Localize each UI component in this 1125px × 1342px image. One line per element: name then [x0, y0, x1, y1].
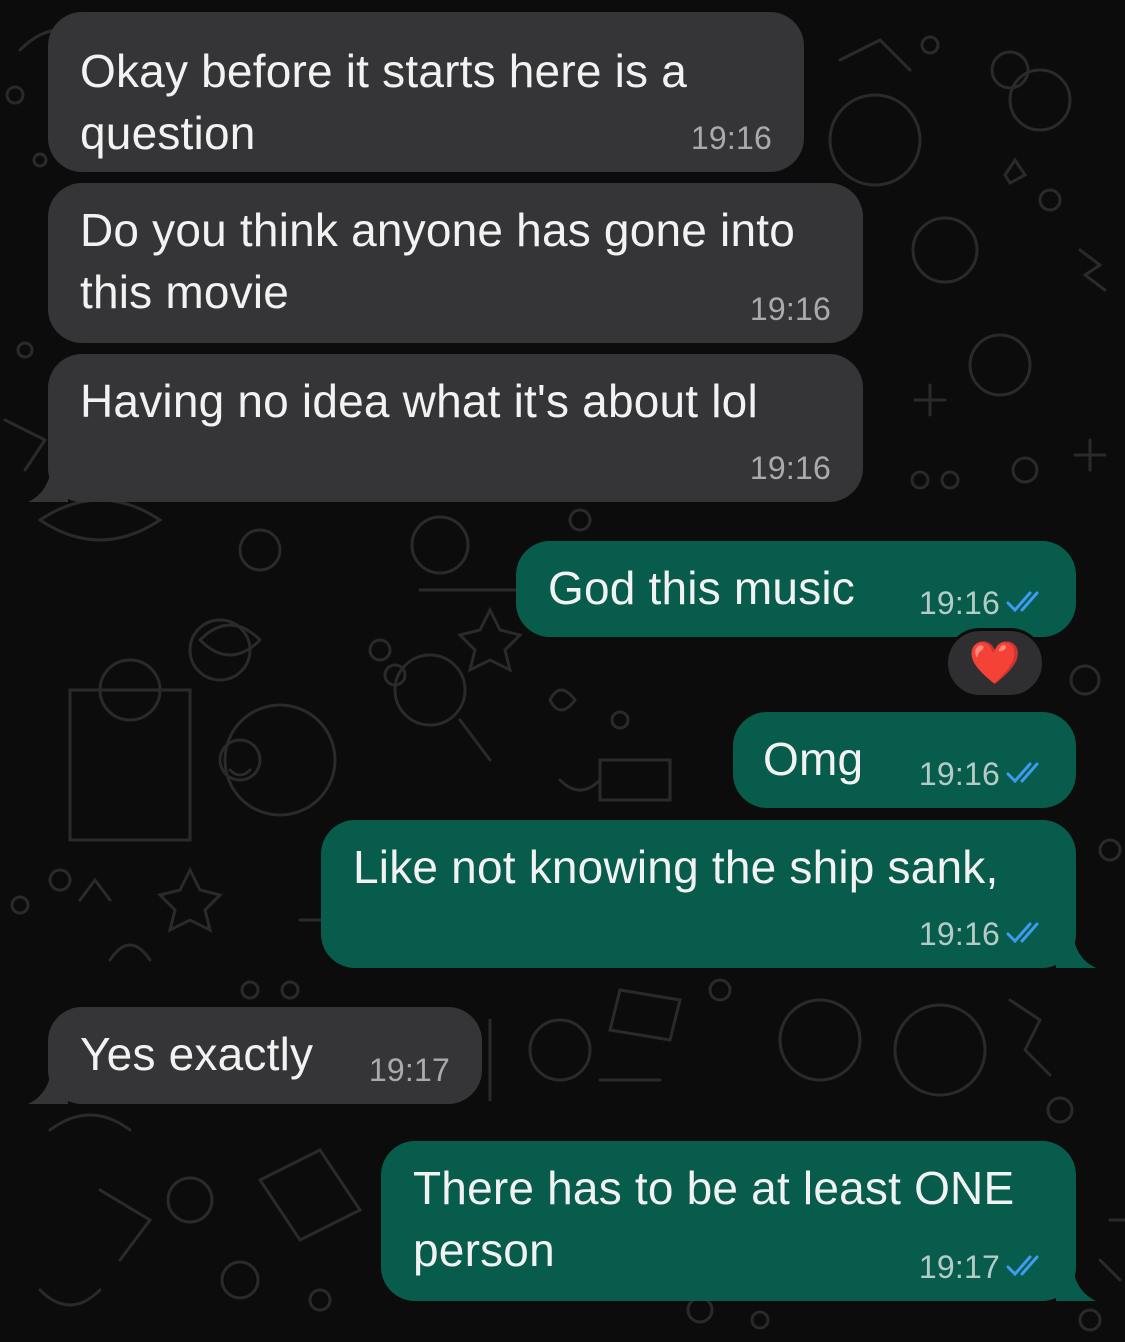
timestamp: 19:17	[368, 1052, 450, 1088]
message-text: Okay before it starts here is a question	[80, 45, 688, 159]
message-text: God this music	[548, 562, 856, 614]
heart-icon: ❤️	[968, 638, 1022, 687]
timestamp: 19:16	[918, 916, 1000, 952]
message-text: Like not knowing the ship sank,	[353, 841, 999, 893]
incoming-message-bubble[interactable]: Okay before it starts here is a question…	[48, 12, 804, 172]
message-text: Omg	[763, 733, 864, 785]
incoming-message-bubble[interactable]: Yes exactly 19:17	[48, 1007, 482, 1104]
message-time: 19:16	[919, 918, 1046, 950]
timestamp: 19:16	[918, 585, 1000, 621]
message-text: Having no idea what it's about lol	[80, 375, 758, 427]
message-text: Yes exactly	[80, 1028, 314, 1080]
message-time: 19:16	[691, 122, 772, 154]
timestamp: 19:17	[918, 1249, 1000, 1285]
outgoing-message-bubble[interactable]: Omg 19:16	[733, 712, 1076, 808]
double-check-icon	[1006, 918, 1046, 950]
message-time: 19:16	[750, 452, 831, 484]
incoming-message-bubble[interactable]: Having no idea what it's about lol 19:16	[48, 354, 863, 502]
message-time: 19:17	[369, 1054, 450, 1086]
message-time: 19:17	[919, 1251, 1046, 1283]
outgoing-message-bubble[interactable]: Like not knowing the ship sank, 19:16	[321, 820, 1076, 968]
double-check-icon	[1006, 758, 1046, 790]
message-time: 19:16	[919, 758, 1046, 790]
outgoing-message-bubble[interactable]: God this music 19:16	[516, 541, 1076, 637]
double-check-icon	[1006, 587, 1046, 619]
timestamp: 19:16	[690, 120, 772, 156]
message-reaction[interactable]: ❤️	[945, 628, 1045, 698]
message-text: Do you think anyone has gone into this m…	[80, 204, 795, 318]
message-time: 19:16	[919, 587, 1046, 619]
incoming-message-bubble[interactable]: Do you think anyone has gone into this m…	[48, 183, 863, 343]
double-check-icon	[1006, 1251, 1046, 1283]
timestamp: 19:16	[749, 450, 831, 486]
outgoing-message-bubble[interactable]: There has to be at least ONE person 19:1…	[381, 1141, 1076, 1301]
message-time: 19:16	[750, 293, 831, 325]
timestamp: 19:16	[918, 756, 1000, 792]
timestamp: 19:16	[749, 291, 831, 327]
